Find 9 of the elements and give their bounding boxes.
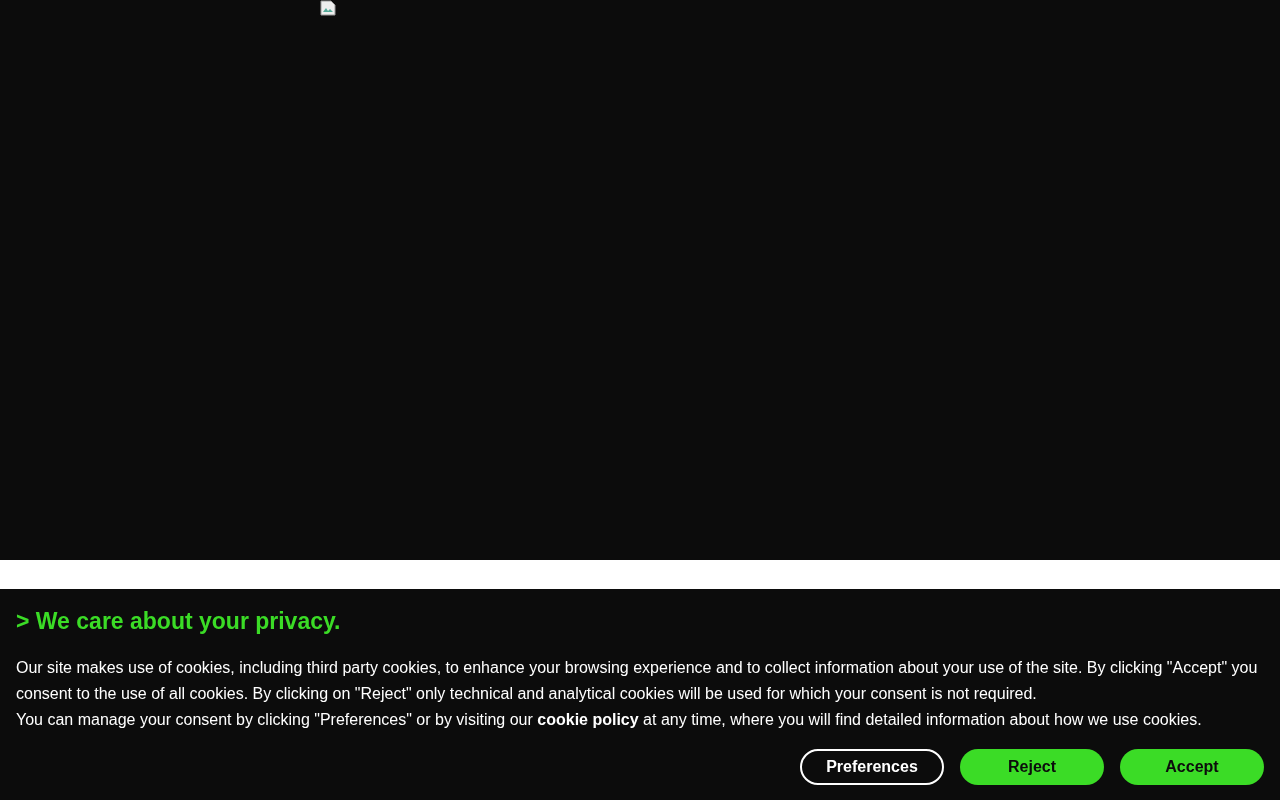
consent-button[interactable]: Accept	[1120, 749, 1264, 785]
cookie-policy-link[interactable]: cookie policy	[537, 711, 639, 728]
consent-button[interactable]: Reject	[960, 749, 1104, 785]
banner-title: > We care about your privacy.	[16, 607, 342, 636]
cookie-notice-text: Our site makes use of cookies, including third party cookies, to enhance your browsing experience and to collect information about your use of the site. By clicking "Accept" you consent to the use of all cookies. By clicking on "Reject" only technical and analytical cookies will be used for which your consent is not required.	[16, 658, 1259, 704]
consent-text: You can manage your consent by clicking "Preferences" or by visiting our	[16, 711, 533, 728]
consent-button[interactable]: Preferences	[800, 749, 944, 785]
consent-text: at any time, where you will find detailed information about how we use cookies.	[643, 711, 1202, 728]
broken-image-icon	[320, 0, 336, 16]
